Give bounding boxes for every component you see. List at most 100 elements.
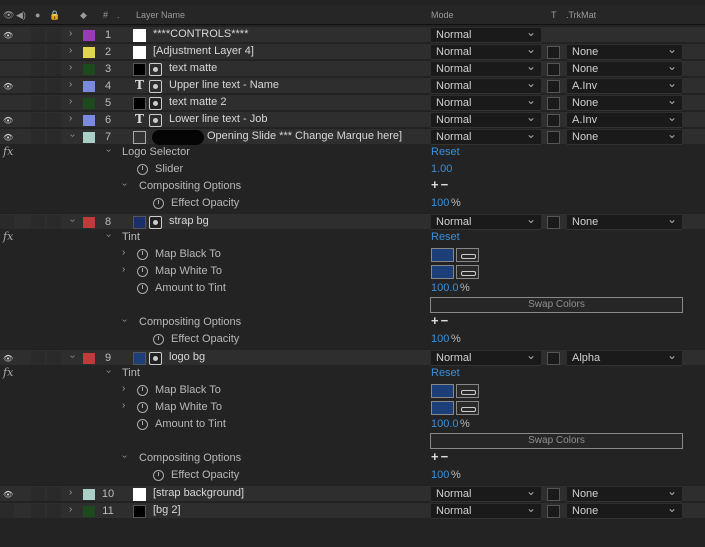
mode-dropdown[interactable]: Normal bbox=[431, 59, 541, 77]
layer-name[interactable]: Lower line text - Job bbox=[169, 113, 267, 125]
add-remove-mask-icon[interactable]: +− bbox=[431, 449, 450, 464]
preserve-transparency-checkbox[interactable] bbox=[547, 80, 560, 93]
mode-dropdown[interactable]: Normal bbox=[431, 127, 541, 145]
reset-link[interactable]: Reset bbox=[431, 367, 460, 379]
preserve-transparency-checkbox[interactable] bbox=[547, 488, 560, 501]
property-row[interactable]: Effect Opacity 100 % bbox=[0, 468, 705, 484]
layer-row[interactable]: 👁 › 7 Opening Slide *** Change Marque he… bbox=[0, 127, 705, 145]
property-row[interactable]: › Map Black To bbox=[0, 247, 705, 263]
fx-icon[interactable]: fx bbox=[3, 366, 13, 379]
video-switch[interactable] bbox=[0, 215, 14, 229]
opacity-value[interactable]: 100 bbox=[431, 469, 449, 481]
chevron-down-icon[interactable]: › bbox=[119, 183, 130, 186]
property-group-row[interactable]: › Compositing Options +− bbox=[0, 449, 705, 467]
video-switch[interactable] bbox=[0, 504, 14, 518]
stopwatch-icon[interactable] bbox=[153, 334, 164, 345]
lock-switch[interactable] bbox=[47, 130, 61, 144]
layer-name[interactable]: [strap background] bbox=[153, 487, 244, 499]
solo-switch[interactable] bbox=[31, 62, 45, 76]
chevron-down-icon[interactable]: › bbox=[103, 234, 114, 237]
label-color[interactable] bbox=[83, 217, 95, 228]
fx-icon[interactable]: fx bbox=[3, 145, 13, 158]
effect-row[interactable]: fx › Tint Reset bbox=[0, 366, 705, 382]
eyedropper-icon[interactable] bbox=[456, 401, 479, 415]
chevron-right-icon[interactable]: › bbox=[69, 79, 72, 90]
trkmat-dropdown[interactable]: None bbox=[567, 93, 682, 111]
lock-switch[interactable] bbox=[47, 28, 61, 42]
effect-row[interactable]: fx › Logo Selector Reset bbox=[0, 145, 705, 161]
chevron-right-icon[interactable]: › bbox=[69, 45, 72, 56]
solo-switch[interactable] bbox=[31, 45, 45, 59]
stopwatch-icon[interactable] bbox=[153, 198, 164, 209]
trkmat-dropdown[interactable]: None bbox=[567, 127, 682, 145]
chevron-down-icon[interactable]: › bbox=[67, 219, 78, 222]
solo-switch[interactable] bbox=[31, 113, 45, 127]
property-row[interactable]: Amount to Tint 100.0 % bbox=[0, 281, 705, 297]
preserve-transparency-checkbox[interactable] bbox=[547, 114, 560, 127]
chevron-right-icon[interactable]: › bbox=[69, 62, 72, 73]
lock-switch[interactable] bbox=[47, 351, 61, 365]
solo-switch[interactable] bbox=[31, 215, 45, 229]
color-swatch[interactable] bbox=[431, 265, 454, 279]
lock-toggle-icon[interactable]: 🔒 bbox=[49, 10, 60, 21]
trkmat-dropdown[interactable]: None bbox=[567, 59, 682, 77]
label-color[interactable] bbox=[83, 506, 95, 517]
lock-switch[interactable] bbox=[47, 45, 61, 59]
solo-switch[interactable] bbox=[31, 96, 45, 110]
t-column[interactable]: T bbox=[551, 10, 557, 20]
solo-toggle-icon[interactable]: ● bbox=[35, 10, 40, 20]
lock-switch[interactable] bbox=[47, 113, 61, 127]
color-swatch[interactable] bbox=[431, 248, 454, 262]
solo-switch[interactable] bbox=[31, 28, 45, 42]
stopwatch-icon[interactable] bbox=[137, 249, 148, 260]
layer-row[interactable]: › 2 [Adjustment Layer 4] Normal None bbox=[0, 42, 705, 60]
label-color[interactable] bbox=[83, 115, 95, 126]
stopwatch-icon[interactable] bbox=[137, 402, 148, 413]
opacity-value[interactable]: 100 bbox=[431, 197, 449, 209]
trkmat-dropdown[interactable]: A.Inv bbox=[567, 110, 682, 128]
mode-dropdown[interactable]: Normal bbox=[431, 42, 541, 60]
lock-switch[interactable] bbox=[47, 96, 61, 110]
trkmat-dropdown[interactable]: None bbox=[567, 484, 682, 502]
preserve-transparency-checkbox[interactable] bbox=[547, 46, 560, 59]
chevron-right-icon[interactable]: › bbox=[122, 247, 125, 258]
property-group-row[interactable]: › Compositing Options +− bbox=[0, 177, 705, 195]
amount-value[interactable]: 100.0 bbox=[431, 418, 459, 430]
property-row[interactable]: Effect Opacity 100 % bbox=[0, 196, 705, 212]
property-row[interactable]: › Map White To bbox=[0, 264, 705, 280]
label-color[interactable] bbox=[83, 353, 95, 364]
solo-switch[interactable] bbox=[31, 130, 45, 144]
layer-name[interactable]: text matte 2 bbox=[169, 96, 226, 108]
chevron-right-icon[interactable]: › bbox=[69, 96, 72, 107]
preserve-transparency-checkbox[interactable] bbox=[547, 216, 560, 229]
effect-name[interactable]: Logo Selector bbox=[122, 146, 190, 158]
mode-dropdown[interactable]: Normal bbox=[431, 212, 541, 230]
stopwatch-icon[interactable] bbox=[137, 385, 148, 396]
layer-row[interactable]: 👁 › 9 logo bg Normal Alpha bbox=[0, 348, 705, 366]
eye-icon[interactable]: 👁 bbox=[3, 490, 13, 499]
mode-dropdown[interactable]: Normal bbox=[431, 93, 541, 111]
trkmat-dropdown[interactable]: Alpha bbox=[567, 348, 682, 366]
mode-column[interactable]: Mode bbox=[431, 10, 454, 20]
stopwatch-icon[interactable] bbox=[137, 164, 148, 175]
sort-column[interactable]: . bbox=[117, 10, 120, 20]
lock-switch[interactable] bbox=[47, 79, 61, 93]
lock-switch[interactable] bbox=[47, 215, 61, 229]
layer-row[interactable]: 👁 › 6 T Lower line text - Job Normal A.I… bbox=[0, 110, 705, 128]
label-color[interactable] bbox=[83, 132, 95, 143]
solo-switch[interactable] bbox=[31, 487, 45, 501]
color-swatch[interactable] bbox=[431, 384, 454, 398]
trkmat-dropdown[interactable]: None bbox=[567, 42, 682, 60]
chevron-down-icon[interactable]: › bbox=[119, 319, 130, 322]
effect-row[interactable]: fx › Tint Reset bbox=[0, 230, 705, 246]
property-row[interactable]: Swap Colors bbox=[0, 433, 705, 449]
lock-switch[interactable] bbox=[47, 504, 61, 518]
preserve-transparency-checkbox[interactable] bbox=[547, 352, 560, 365]
layer-name[interactable]: ****CONTROLS**** bbox=[153, 28, 248, 40]
chevron-down-icon[interactable]: › bbox=[67, 134, 78, 137]
solo-switch[interactable] bbox=[31, 351, 45, 365]
property-row[interactable]: › Map Black To bbox=[0, 383, 705, 399]
chevron-down-icon[interactable]: › bbox=[67, 355, 78, 358]
mode-dropdown[interactable]: Normal bbox=[431, 110, 541, 128]
layer-row[interactable]: › 8 strap bg Normal None bbox=[0, 212, 705, 230]
